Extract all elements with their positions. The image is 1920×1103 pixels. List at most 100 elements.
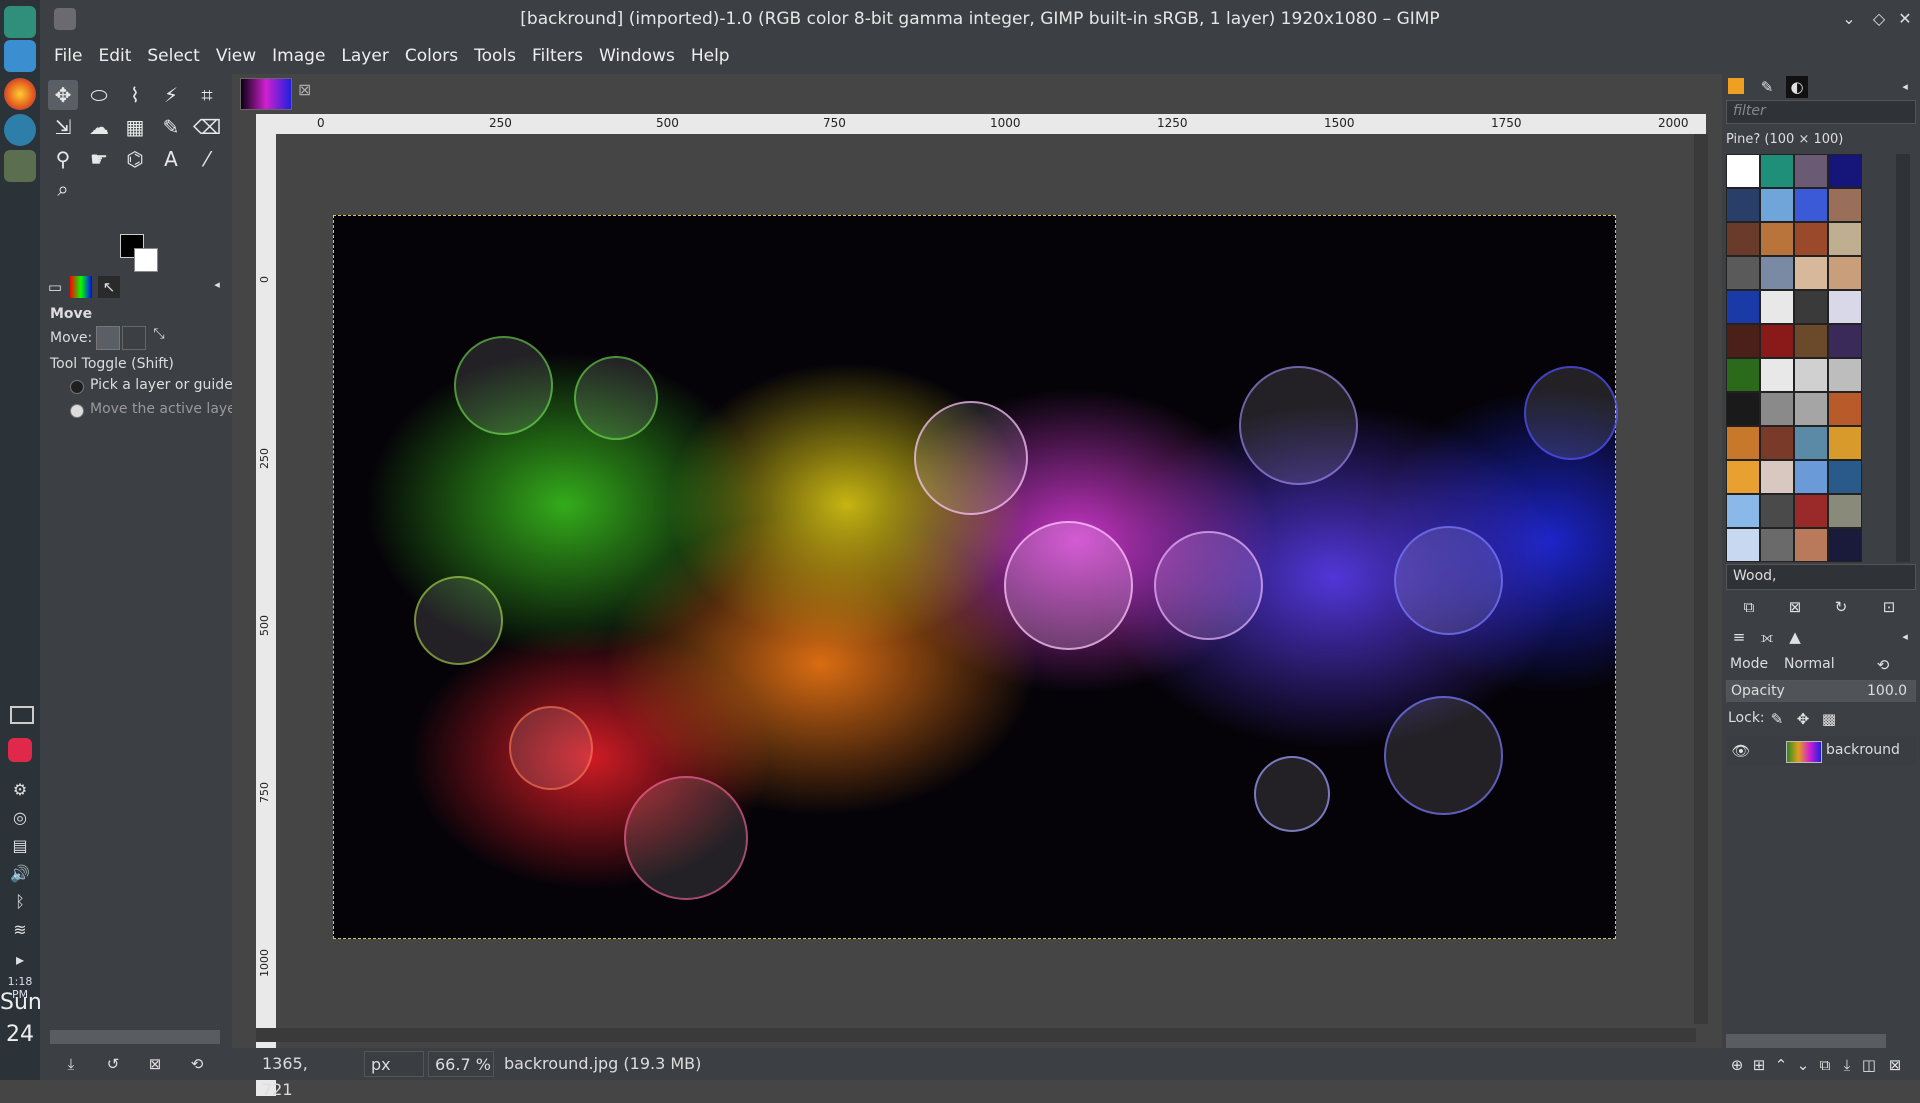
new-group-icon[interactable]: ⊞ bbox=[1748, 1054, 1770, 1076]
lower-layer-icon[interactable]: ⌄ bbox=[1792, 1054, 1814, 1076]
pattern-swatch[interactable] bbox=[1760, 290, 1794, 324]
tool-options-tab-icon[interactable]: ▭ bbox=[44, 276, 66, 298]
visibility-eye-icon[interactable]: 👁 bbox=[1730, 740, 1752, 762]
pattern-swatch[interactable] bbox=[1760, 494, 1794, 528]
pattern-filter-input[interactable]: filter bbox=[1726, 100, 1916, 124]
pattern-swatch[interactable] bbox=[1726, 426, 1760, 460]
pattern-swatch[interactable] bbox=[1794, 426, 1828, 460]
radio-move-active-layer[interactable] bbox=[70, 404, 84, 418]
pattern-swatch[interactable] bbox=[1726, 528, 1760, 562]
image-tab-close-icon[interactable]: ⊠ bbox=[298, 80, 311, 99]
lock-alpha-icon[interactable]: ▩ bbox=[1818, 708, 1840, 730]
mode-select[interactable]: Normal bbox=[1784, 656, 1835, 672]
ellipse-select-icon[interactable]: ⬭ bbox=[84, 80, 114, 110]
pattern-refresh-icon[interactable]: ↻ bbox=[1830, 596, 1852, 618]
pattern-swatch[interactable] bbox=[1794, 290, 1828, 324]
layers-scrollbar[interactable] bbox=[1726, 1034, 1886, 1048]
move-layer-mode-icon[interactable] bbox=[96, 326, 120, 350]
clone-tool-icon[interactable]: ⚲ bbox=[48, 144, 78, 174]
pattern-swatch[interactable] bbox=[1794, 154, 1828, 188]
file-manager-icon[interactable] bbox=[4, 40, 36, 72]
gimp-app-icon[interactable] bbox=[4, 150, 36, 182]
wifi-icon[interactable]: ≋ bbox=[10, 920, 30, 940]
pattern-swatch[interactable] bbox=[1760, 256, 1794, 290]
warp-transform-icon[interactable]: ☁ bbox=[84, 112, 114, 142]
channels-tab-icon[interactable]: ⟗ bbox=[1756, 626, 1778, 648]
background-color-swatch[interactable] bbox=[134, 248, 158, 272]
pattern-swatch[interactable] bbox=[1760, 460, 1794, 494]
configure-layers-icon[interactable]: ◂ bbox=[1894, 626, 1916, 648]
lock-pixels-icon[interactable]: ✎ bbox=[1766, 708, 1788, 730]
pattern-swatch[interactable] bbox=[1760, 222, 1794, 256]
move-tool-icon[interactable]: ✥ bbox=[48, 80, 78, 110]
pattern-swatch[interactable] bbox=[1794, 222, 1828, 256]
move-selection-mode-icon[interactable] bbox=[122, 326, 146, 350]
crop-tool-icon[interactable]: ⌗ bbox=[192, 80, 222, 110]
pattern-swatch[interactable] bbox=[1726, 222, 1760, 256]
new-layer-icon[interactable]: ⊕ bbox=[1726, 1054, 1748, 1076]
menu-edit[interactable]: Edit bbox=[90, 38, 139, 74]
fuzzy-select-icon[interactable]: ⚡ bbox=[156, 80, 186, 110]
zoom-select[interactable]: 66.7 % bbox=[428, 1051, 494, 1077]
pattern-swatch[interactable] bbox=[1828, 324, 1862, 358]
gradient-tool-icon[interactable]: ▦ bbox=[120, 112, 150, 142]
save-options-icon[interactable]: ⤓ bbox=[60, 1053, 82, 1075]
firefox-icon[interactable] bbox=[4, 78, 36, 110]
desktop-icon[interactable] bbox=[10, 706, 34, 724]
text-tool-icon[interactable]: A bbox=[156, 144, 186, 174]
app-store-icon[interactable] bbox=[8, 738, 32, 762]
pattern-swatch[interactable] bbox=[1828, 154, 1862, 188]
pattern-swatch[interactable] bbox=[1726, 494, 1760, 528]
pattern-swatch[interactable] bbox=[1794, 460, 1828, 494]
chat-app-icon[interactable] bbox=[4, 114, 36, 146]
pattern-open-icon[interactable]: ⊡ bbox=[1878, 596, 1900, 618]
delete-layer-icon[interactable]: ⊠ bbox=[1884, 1054, 1906, 1076]
pattern-swatch[interactable] bbox=[1828, 188, 1862, 222]
pattern-swatch[interactable] bbox=[1794, 392, 1828, 426]
pattern-swatch[interactable] bbox=[1828, 460, 1862, 494]
lock-position-icon[interactable]: ✥ bbox=[1792, 708, 1814, 730]
menu-filters[interactable]: Filters bbox=[524, 38, 591, 74]
pattern-swatch[interactable] bbox=[1760, 392, 1794, 426]
configure-dock-icon[interactable]: ◂ bbox=[1894, 76, 1916, 98]
pattern-swatch[interactable] bbox=[1794, 324, 1828, 358]
pattern-scrollbar[interactable] bbox=[1896, 154, 1910, 562]
pattern-swatch[interactable] bbox=[1760, 528, 1794, 562]
patterns-tab-icon[interactable] bbox=[1728, 78, 1744, 94]
pattern-swatch[interactable] bbox=[1828, 392, 1862, 426]
raise-layer-icon[interactable]: ⌃ bbox=[1770, 1054, 1792, 1076]
menu-file[interactable]: File bbox=[46, 38, 90, 74]
move-path-mode-icon[interactable]: ⤡ bbox=[148, 326, 170, 348]
menu-help[interactable]: Help bbox=[683, 38, 738, 74]
pattern-swatch[interactable] bbox=[1726, 256, 1760, 290]
network-status-icon[interactable]: ◎ bbox=[10, 808, 30, 828]
pattern-swatch[interactable] bbox=[1726, 358, 1760, 392]
volume-icon[interactable]: 🔊 bbox=[10, 864, 30, 884]
pattern-swatch[interactable] bbox=[1828, 358, 1862, 392]
pattern-swatch[interactable] bbox=[1828, 494, 1862, 528]
duplicate-layer-icon[interactable]: ⧉ bbox=[1814, 1054, 1836, 1076]
pattern-swatch[interactable] bbox=[1760, 154, 1794, 188]
mask-icon[interactable]: ◫ bbox=[1858, 1054, 1880, 1076]
vertical-scrollbar[interactable] bbox=[1694, 134, 1708, 1024]
pattern-swatch[interactable] bbox=[1760, 324, 1794, 358]
toolbox-scrollbar[interactable] bbox=[50, 1030, 220, 1044]
pattern-swatch[interactable] bbox=[1726, 460, 1760, 494]
pattern-swatch[interactable] bbox=[1794, 358, 1828, 392]
maximize-icon[interactable]: ◇ bbox=[1868, 8, 1890, 30]
manjaro-logo-icon[interactable] bbox=[4, 6, 36, 38]
pattern-swatch[interactable] bbox=[1794, 256, 1828, 290]
menu-layer[interactable]: Layer bbox=[333, 38, 396, 74]
pattern-tag-field[interactable]: Wood, bbox=[1726, 564, 1916, 590]
reset-options-icon[interactable]: ⟲ bbox=[186, 1053, 208, 1075]
pattern-grid[interactable] bbox=[1726, 154, 1864, 562]
clipboard-icon[interactable]: ▤ bbox=[10, 836, 30, 856]
scale-tool-icon[interactable]: ⇲ bbox=[48, 112, 78, 142]
horizontal-scrollbar[interactable] bbox=[256, 1028, 1696, 1042]
move-active-option-label[interactable]: Move the active laye bbox=[90, 401, 236, 417]
bluetooth-icon[interactable]: ᛒ bbox=[10, 892, 30, 912]
pattern-swatch[interactable] bbox=[1794, 188, 1828, 222]
pattern-swatch[interactable] bbox=[1726, 188, 1760, 222]
unit-select[interactable]: px bbox=[364, 1051, 424, 1077]
expand-arrow-icon[interactable]: ▸ bbox=[10, 950, 30, 970]
